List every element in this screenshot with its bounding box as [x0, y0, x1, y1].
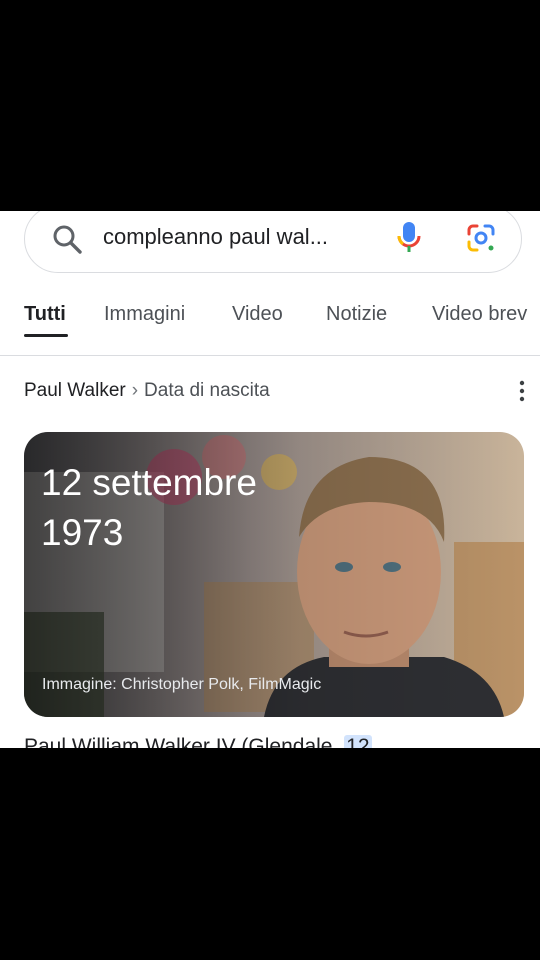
answer-date: 12 settembre 1973 [41, 458, 257, 558]
tab-short-videos[interactable]: Video brev [432, 303, 527, 326]
search-bar[interactable]: compleanno paul wal... [24, 211, 522, 273]
search-icon[interactable] [51, 223, 83, 255]
tab-news[interactable]: Notizie [326, 303, 387, 326]
snippet-highlight: 12 [344, 735, 372, 748]
phone-screen: compleanno paul wal... Tutti Immagini Vi… [0, 211, 540, 748]
breadcrumb: Paul Walker › Data di nascita [24, 380, 270, 402]
answer-year: 1973 [41, 512, 124, 553]
answer-day-month: 12 settembre [41, 462, 257, 503]
more-vert-icon[interactable] [518, 380, 526, 402]
mic-icon[interactable] [395, 220, 423, 256]
active-tab-indicator [24, 334, 68, 337]
answer-card[interactable]: 12 settembre 1973 Immagine: Christopher … [24, 432, 524, 717]
search-input[interactable]: compleanno paul wal... [103, 224, 328, 250]
tab-videos[interactable]: Video [232, 303, 283, 326]
breadcrumb-separator: › [131, 380, 139, 401]
tab-all[interactable]: Tutti [24, 303, 66, 326]
divider [0, 355, 540, 356]
snippet-text: Paul William Walker IV (Glendale, 12 [24, 735, 372, 748]
entity-link[interactable]: Paul Walker [24, 380, 126, 401]
google-lens-icon[interactable] [465, 222, 497, 254]
snippet-body: Paul William Walker IV (Glendale, [24, 735, 345, 748]
attribute-label: Data di nascita [144, 380, 270, 401]
search-tabs: Tutti Immagini Video Notizie Video brev [0, 303, 540, 355]
image-credit: Immagine: Christopher Polk, FilmMagic [42, 676, 322, 693]
tab-images[interactable]: Immagini [104, 303, 185, 326]
